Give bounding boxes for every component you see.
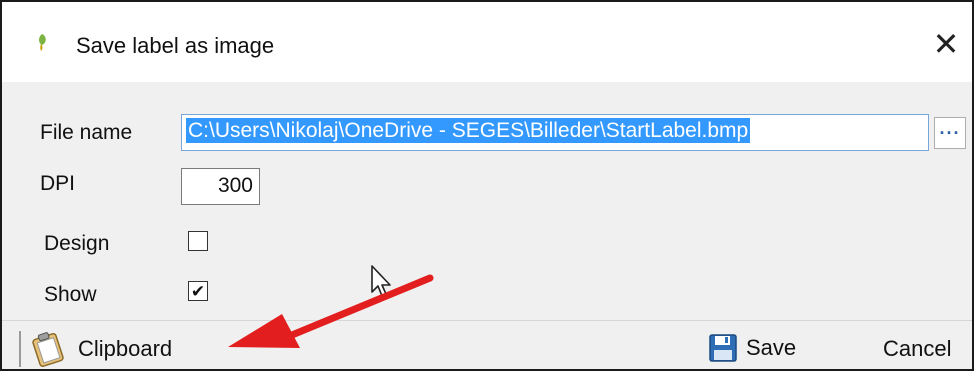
save-disk-icon [708,333,738,363]
file-name-input[interactable]: C:\Users\Nikolaj\OneDrive - SEGES\Billed… [181,114,929,151]
file-name-label: File name [40,121,133,144]
save-label-dialog: Save label as image ✕ File name C:\Users… [0,0,974,371]
toolbar-grip [19,331,21,367]
dpi-input[interactable]: 300 [181,168,260,205]
file-name-value: C:\Users\Nikolaj\OneDrive - SEGES\Billed… [186,118,751,143]
dpi-label: DPI [40,172,76,195]
browse-button[interactable]: ··· [934,117,966,149]
design-checkbox[interactable] [188,231,208,251]
save-label: Save [746,335,797,360]
app-icon [34,32,50,56]
clipboard-button[interactable]: Clipboard [30,331,172,367]
close-icon[interactable]: ✕ [928,26,964,62]
mouse-cursor-icon [371,265,391,297]
show-checkbox[interactable]: ✔ [188,281,208,301]
clipboard-icon [30,331,70,367]
show-label: Show [44,283,97,306]
title-bar: Save label as image ✕ [2,2,972,82]
cancel-button[interactable]: Cancel [883,336,951,362]
design-label: Design [44,232,110,255]
window-title: Save label as image [76,33,275,58]
clipboard-label: Clipboard [78,336,173,361]
save-button[interactable]: Save [708,333,796,363]
